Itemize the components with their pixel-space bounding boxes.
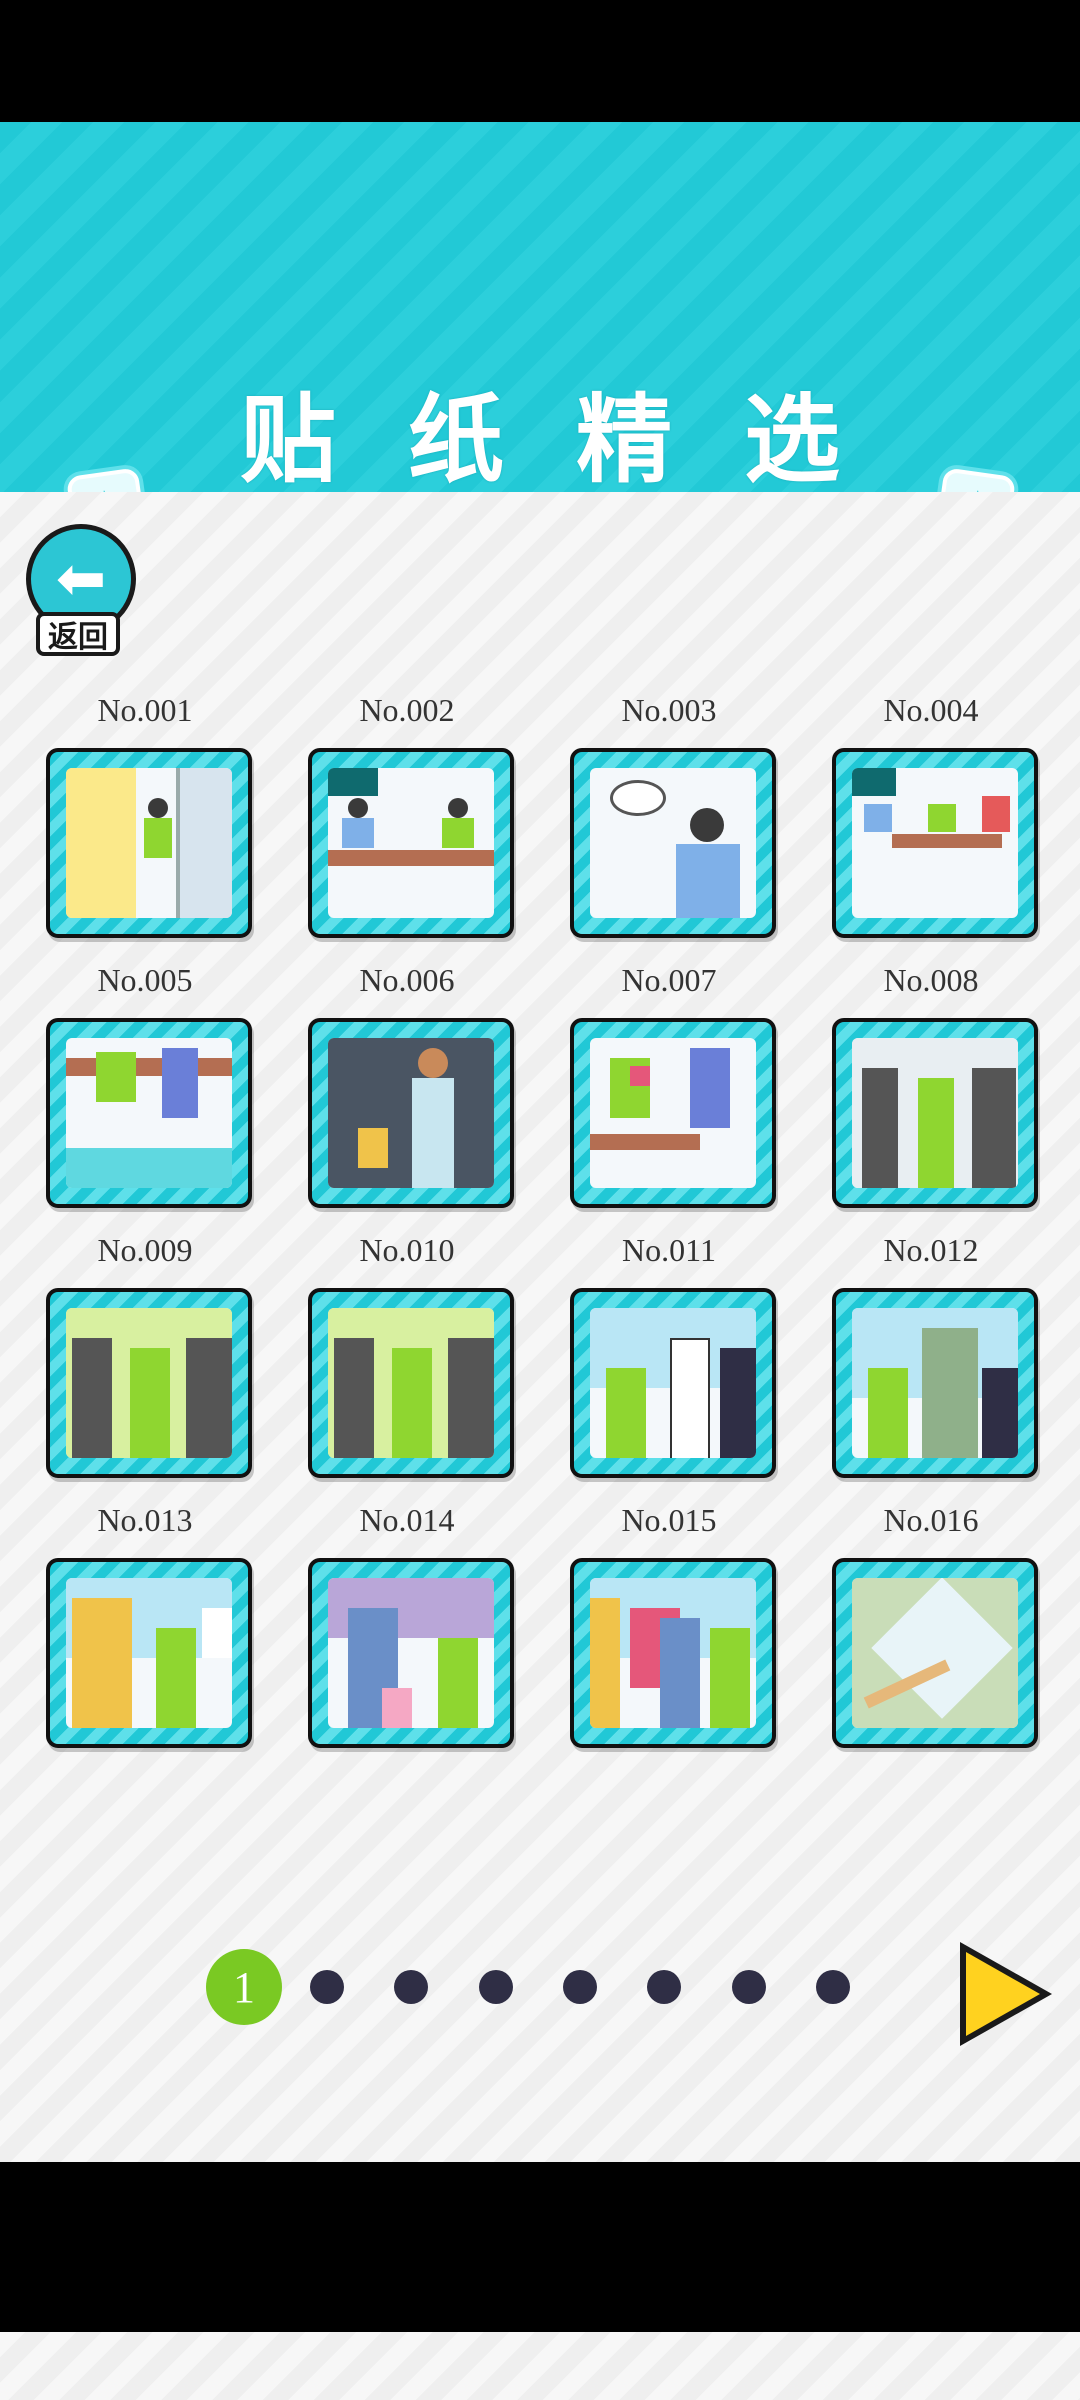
sticker-number: No.005 <box>97 962 193 998</box>
sticker-thumbnail <box>66 768 232 918</box>
sticker-item[interactable]: No.014 <box>302 1502 514 1752</box>
sticker-frame <box>308 748 514 938</box>
header: ★ 贴纸精选 ★ <box>0 122 1080 541</box>
current-page-number: 1 <box>233 1962 255 2012</box>
sticker-frame <box>570 1288 776 1478</box>
sticker-frame <box>832 1558 1038 1748</box>
page-title: 贴纸精选 <box>240 384 912 496</box>
arrow-left-icon: ⬅ <box>55 544 107 614</box>
sticker-frame <box>832 1018 1038 1208</box>
pagination: 1 <box>0 1942 1080 2046</box>
sticker-frame <box>46 1288 252 1478</box>
sticker-number: No.012 <box>883 1232 979 1268</box>
sticker-frame <box>832 1288 1038 1478</box>
sticker-thumbnail <box>328 1038 494 1188</box>
page-dot[interactable] <box>479 1970 513 2004</box>
sticker-number: No.014 <box>359 1502 455 1538</box>
navigation-bar <box>0 2162 1080 2332</box>
sticker-thumbnail <box>852 768 1018 918</box>
sticker-item[interactable]: No.002 <box>302 692 514 942</box>
page-dot[interactable] <box>732 1970 766 2004</box>
sticker-frame <box>46 1558 252 1748</box>
sticker-frame <box>308 1018 514 1208</box>
page-dot[interactable] <box>310 1970 344 2004</box>
sticker-thumbnail <box>590 1038 756 1188</box>
sticker-number: No.004 <box>883 692 979 728</box>
sticker-item[interactable]: No.003 <box>564 692 776 942</box>
sticker-thumbnail <box>328 1308 494 1458</box>
sticker-thumbnail <box>66 1308 232 1458</box>
sticker-thumbnail <box>852 1038 1018 1188</box>
sticker-frame <box>46 748 252 938</box>
sticker-number: No.015 <box>621 1502 717 1538</box>
sticker-item[interactable]: No.015 <box>564 1502 776 1752</box>
bottom-background <box>0 2332 1080 2400</box>
sticker-number: No.002 <box>359 692 455 728</box>
sticker-number: No.010 <box>359 1232 455 1268</box>
sticker-item[interactable]: No.007 <box>564 962 776 1212</box>
sticker-item[interactable]: No.016 <box>826 1502 1038 1752</box>
sticker-thumbnail <box>328 1578 494 1728</box>
sticker-thumbnail <box>328 768 494 918</box>
sticker-item[interactable]: No.011 <box>564 1232 776 1482</box>
sticker-frame <box>832 748 1038 938</box>
sticker-thumbnail <box>590 768 756 918</box>
sticker-number: No.013 <box>97 1502 193 1538</box>
back-label: 返回 <box>36 612 120 656</box>
sticker-frame <box>308 1558 514 1748</box>
sticker-item[interactable]: No.010 <box>302 1232 514 1482</box>
sticker-item[interactable]: No.004 <box>826 692 1038 942</box>
sticker-item[interactable]: No.005 <box>40 962 252 1212</box>
sticker-number: No.009 <box>97 1232 193 1268</box>
sticker-number: No.003 <box>621 692 717 728</box>
sticker-frame <box>570 748 776 938</box>
sticker-item[interactable]: No.013 <box>40 1502 252 1752</box>
sticker-item[interactable]: No.006 <box>302 962 514 1212</box>
sticker-thumbnail <box>66 1038 232 1188</box>
sticker-gallery: ⬅ 返回 No.001 No.002 No.003 No.004 No.005 … <box>0 492 1080 2162</box>
sticker-thumbnail <box>590 1308 756 1458</box>
sticker-number: No.008 <box>883 962 979 998</box>
sticker-number: No.016 <box>883 1502 979 1538</box>
status-bar <box>0 0 1080 122</box>
sticker-item[interactable]: No.009 <box>40 1232 252 1482</box>
sticker-number: No.006 <box>359 962 455 998</box>
sticker-item[interactable]: No.001 <box>40 692 252 942</box>
sticker-thumbnail <box>590 1578 756 1728</box>
sticker-frame <box>570 1018 776 1208</box>
sticker-thumbnail <box>852 1578 1018 1728</box>
sticker-item[interactable]: No.008 <box>826 962 1038 1212</box>
sticker-number: No.011 <box>622 1232 716 1268</box>
page-dot[interactable] <box>563 1970 597 2004</box>
page-dot[interactable] <box>394 1970 428 2004</box>
play-arrow-icon <box>966 1952 1040 2036</box>
sticker-item[interactable]: No.012 <box>826 1232 1038 1482</box>
sticker-thumbnail <box>66 1578 232 1728</box>
page-dot[interactable] <box>647 1970 681 2004</box>
sticker-thumbnail <box>852 1308 1018 1458</box>
page-dot-active[interactable]: 1 <box>206 1949 282 2025</box>
sticker-number: No.007 <box>621 962 717 998</box>
sticker-number: No.001 <box>97 692 193 728</box>
page-dot[interactable] <box>816 1970 850 2004</box>
sticker-frame <box>570 1558 776 1748</box>
sticker-frame <box>46 1018 252 1208</box>
sticker-frame <box>308 1288 514 1478</box>
